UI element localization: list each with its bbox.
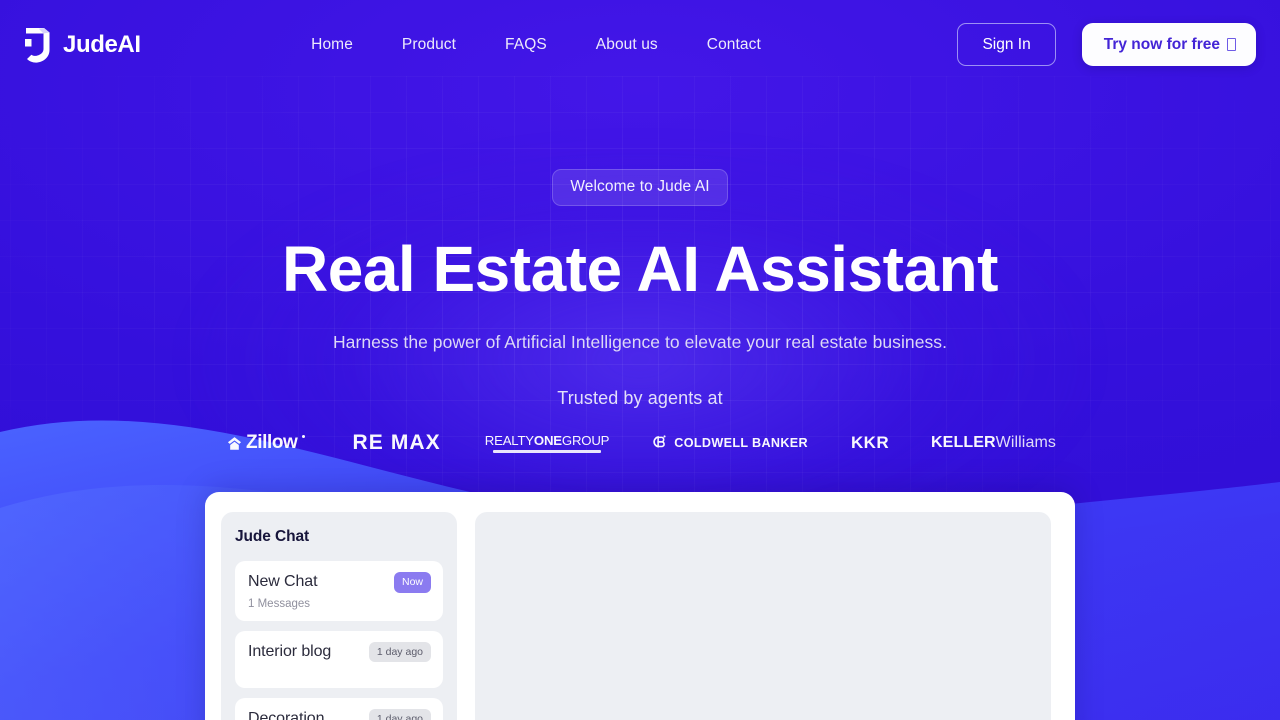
logo-coldwell-banker: COLDWELL BANKER: [629, 430, 829, 456]
main-navigation: Home Product FAQS About us Contact: [115, 36, 958, 54]
chat-item-badge: 1 day ago: [368, 709, 431, 720]
header-actions: Sign In Try now for free: [957, 22, 1256, 67]
app-preview-card: Jude Chat New Chat Now 1 Messages Interi…: [205, 492, 1075, 720]
williams-text: Williams: [995, 433, 1056, 451]
hero-section: Welcome to Jude AI Real Estate AI Assist…: [0, 89, 1280, 456]
logo-remax: RE MAX: [328, 430, 464, 456]
chat-conversation-panel[interactable]: [475, 512, 1051, 720]
chat-row: Interior blog 1 day ago: [248, 641, 431, 662]
site-header: JudeAI Home Product FAQS About us Contac…: [0, 0, 1280, 89]
chat-sidebar: Jude Chat New Chat Now 1 Messages Interi…: [221, 512, 457, 720]
rog-text-group: GROUP: [561, 432, 610, 448]
chat-list-item-decoration[interactable]: Decoration 1 day ago: [235, 698, 443, 720]
nav-item-about-us[interactable]: About us: [596, 36, 658, 54]
logo-zillow: Zillow: [204, 430, 328, 456]
page-title: Real Estate AI Assistant: [282, 232, 998, 305]
logo-kkr: KKR: [829, 430, 911, 456]
coldwell-banker-cb-icon: [653, 435, 666, 448]
chat-row: New Chat Now: [248, 572, 431, 593]
nav-item-product[interactable]: Product: [402, 36, 456, 54]
nav-item-faqs[interactable]: FAQS: [505, 36, 547, 54]
zillow-house-icon: [227, 436, 242, 450]
chat-item-badge: 1 day ago: [368, 641, 431, 662]
remax-part-re: RE: [352, 430, 384, 454]
jude-j-logo-icon: [25, 27, 50, 63]
nav-item-home[interactable]: Home: [311, 36, 353, 54]
chat-list-item-new-chat[interactable]: New Chat Now 1 Messages: [235, 561, 443, 621]
trusted-logo-strip: Zillow RE MAX REALTYONEGROUP COLDWELL BA…: [0, 430, 1280, 456]
kkr-wordmark: KKR: [851, 432, 890, 452]
rog-underline-bar: [493, 449, 602, 453]
sign-in-button[interactable]: Sign In: [957, 22, 1056, 67]
chat-list-item-interior-blog[interactable]: Interior blog 1 day ago: [235, 630, 443, 688]
welcome-badge: Welcome to Jude AI: [552, 169, 728, 206]
chat-row: Decoration 1 day ago: [248, 709, 431, 720]
chat-item-badge: Now: [393, 572, 431, 593]
chat-item-name: New Chat: [248, 573, 318, 591]
try-now-label: Try now for free: [1103, 35, 1220, 53]
chat-item-message-count: 1 Messages: [248, 597, 311, 610]
logo-keller-williams: KELLER Williams: [911, 430, 1076, 456]
hero-subtitle: Harness the power of Artificial Intellig…: [332, 331, 947, 352]
coldwell-banker-wordmark: COLDWELL BANKER: [674, 435, 808, 450]
trusted-by-label: Trusted by agents at: [557, 387, 723, 408]
remax-part-max: MAX: [390, 430, 441, 454]
rog-text-realty: REALTY: [484, 432, 534, 448]
realty-one-group-wordmark: REALTYONEGROUP: [484, 432, 610, 448]
nav-item-contact[interactable]: Contact: [707, 36, 761, 54]
zillow-wordmark: Zillow: [246, 431, 298, 453]
logo-realty-one-group: REALTYONEGROUP: [465, 430, 629, 456]
chat-sidebar-title: Jude Chat: [235, 528, 310, 545]
try-now-for-free-button[interactable]: Try now for free: [1081, 22, 1256, 67]
keller-text: KELLER: [931, 433, 996, 451]
chat-item-name: Decoration: [248, 710, 325, 720]
tofu-box-icon: [1227, 38, 1236, 51]
rog-text-one: ONE: [533, 432, 562, 448]
zillow-tm-dot: [302, 434, 306, 438]
chat-item-name: Interior blog: [248, 642, 332, 660]
